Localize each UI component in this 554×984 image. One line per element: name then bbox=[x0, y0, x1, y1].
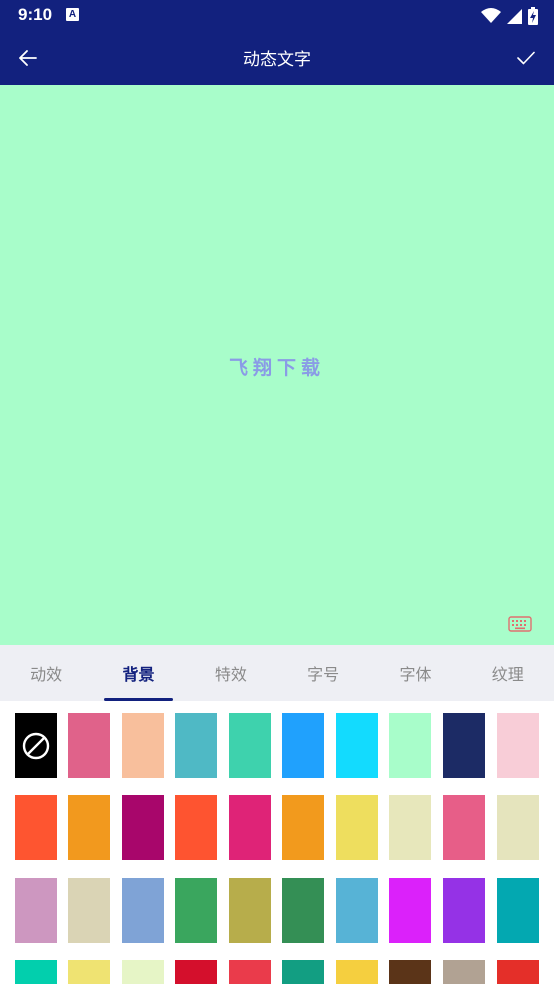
color-swatch[interactable] bbox=[122, 795, 164, 860]
background-color-palette bbox=[0, 701, 554, 984]
color-swatch[interactable] bbox=[15, 960, 57, 984]
color-swatch[interactable] bbox=[229, 878, 271, 943]
color-swatch[interactable] bbox=[122, 960, 164, 984]
battery-charging-icon bbox=[528, 7, 538, 25]
color-swatch[interactable] bbox=[389, 795, 431, 860]
color-swatch[interactable] bbox=[282, 960, 324, 984]
color-swatch[interactable] bbox=[389, 878, 431, 943]
color-swatch[interactable] bbox=[68, 878, 110, 943]
keyboard-icon[interactable] bbox=[508, 615, 532, 633]
a-icon: A bbox=[66, 8, 79, 21]
color-swatch[interactable] bbox=[175, 795, 217, 860]
tab-label: 字号 bbox=[307, 665, 340, 684]
color-swatch[interactable] bbox=[68, 795, 110, 860]
tab-label: 纹理 bbox=[491, 665, 524, 684]
color-swatch[interactable] bbox=[336, 713, 378, 778]
app-bar: 动态文字 bbox=[0, 32, 554, 85]
check-icon[interactable] bbox=[510, 42, 542, 74]
color-swatch[interactable] bbox=[282, 878, 324, 943]
color-swatch[interactable] bbox=[389, 713, 431, 778]
tab-font-size[interactable]: 字号 bbox=[277, 645, 369, 701]
color-swatch[interactable] bbox=[497, 878, 539, 943]
color-swatch[interactable] bbox=[15, 795, 57, 860]
tab-texture[interactable]: 纹理 bbox=[462, 645, 554, 701]
color-swatch[interactable] bbox=[68, 713, 110, 778]
tab-animation[interactable]: 动效 bbox=[0, 645, 92, 701]
color-swatch[interactable] bbox=[443, 713, 485, 778]
signal-icon bbox=[507, 8, 522, 24]
wifi-icon bbox=[481, 8, 501, 23]
color-swatch[interactable] bbox=[175, 878, 217, 943]
color-swatch[interactable] bbox=[443, 795, 485, 860]
status-bar: 9:10 A bbox=[0, 0, 554, 32]
color-swatch[interactable] bbox=[122, 878, 164, 943]
tab-background[interactable]: 背景 bbox=[92, 645, 184, 701]
no-color-icon bbox=[22, 732, 50, 759]
color-swatch[interactable] bbox=[443, 878, 485, 943]
color-swatch[interactable] bbox=[229, 960, 271, 984]
tab-label: 动效 bbox=[30, 665, 63, 684]
app-root: 9:10 A 动态文字 飞翔下载 动效 背景 特效 字号 字体 纹理 bbox=[0, 0, 554, 984]
color-swatch[interactable] bbox=[497, 795, 539, 860]
tab-label: 字体 bbox=[399, 665, 432, 684]
color-swatch[interactable] bbox=[229, 795, 271, 860]
status-time: 9:10 bbox=[18, 5, 53, 24]
color-swatch[interactable] bbox=[282, 795, 324, 860]
color-swatch[interactable] bbox=[336, 878, 378, 943]
color-swatch[interactable] bbox=[122, 713, 164, 778]
tab-font[interactable]: 字体 bbox=[369, 645, 461, 701]
color-swatch[interactable] bbox=[389, 960, 431, 984]
tab-label: 特效 bbox=[214, 665, 247, 684]
no-color-swatch[interactable] bbox=[15, 713, 57, 778]
page-title: 动态文字 bbox=[243, 50, 311, 70]
color-swatch[interactable] bbox=[175, 960, 217, 984]
color-swatch[interactable] bbox=[229, 713, 271, 778]
color-swatch[interactable] bbox=[336, 960, 378, 984]
color-swatch[interactable] bbox=[175, 713, 217, 778]
category-tab-bar: 动效 背景 特效 字号 字体 纹理 bbox=[0, 645, 554, 701]
color-swatch[interactable] bbox=[15, 878, 57, 943]
color-swatch[interactable] bbox=[68, 960, 110, 984]
status-icons bbox=[481, 6, 538, 26]
tab-label: 背景 bbox=[122, 665, 155, 684]
text-preview-canvas: 飞翔下载 bbox=[0, 85, 554, 645]
color-swatch[interactable] bbox=[497, 960, 539, 984]
color-swatch[interactable] bbox=[497, 713, 539, 778]
color-swatch[interactable] bbox=[336, 795, 378, 860]
preview-text: 飞翔下载 bbox=[228, 357, 325, 379]
color-swatch[interactable] bbox=[282, 713, 324, 778]
color-swatch[interactable] bbox=[443, 960, 485, 984]
tab-effects[interactable]: 特效 bbox=[185, 645, 277, 701]
